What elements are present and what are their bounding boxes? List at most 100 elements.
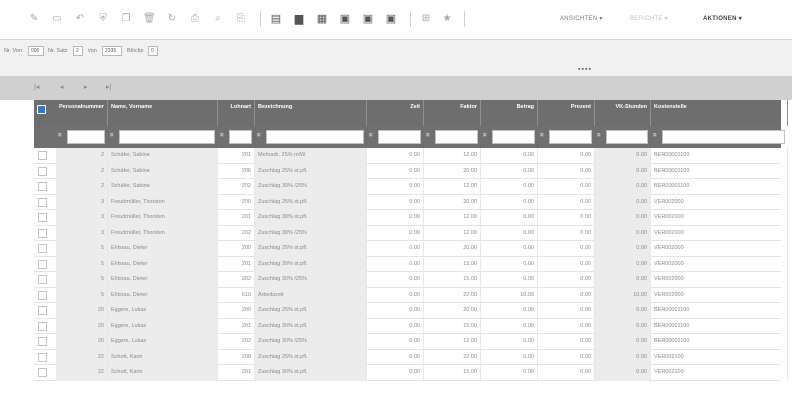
column-header-bez[interactable]: Bezeichnung [255, 100, 367, 126]
column-header-kst[interactable]: Kostenstelle [651, 100, 788, 126]
cell-prozent[interactable]: 0.00 [538, 179, 595, 195]
cell-kst[interactable]: BER00001100 [651, 163, 788, 179]
cell-prozent[interactable]: 0.00 [538, 303, 595, 319]
row-checkbox[interactable] [38, 228, 47, 238]
cell-bez[interactable]: Zuschlag 25% st.pfl. [255, 163, 367, 179]
cell-lohnart[interactable]: 610 [218, 287, 255, 303]
row-checkbox[interactable] [38, 321, 47, 331]
archive-icon[interactable]: ▣ [339, 13, 351, 25]
cell-bez[interactable]: Zuschlag 30% st.pfl. [255, 365, 367, 381]
cell-faktor[interactable]: 15.00 [424, 256, 481, 272]
form-icon[interactable]: ▣ [362, 13, 374, 25]
table-row[interactable]: 20 Eggers, Lukas 202 Zuschlag 30% /25% 0.00 1… [34, 334, 788, 350]
cell-betrag[interactable]: 0.00 [481, 210, 538, 226]
cell-prozent[interactable]: 0.00 [538, 194, 595, 210]
cell-pers[interactable]: 20 [56, 334, 108, 350]
cell-prozent[interactable]: 0.00 [538, 163, 595, 179]
cell-vk[interactable]: 0.00 [595, 179, 651, 195]
cell-zeit[interactable]: 0.00 [367, 303, 424, 319]
cell-kst[interactable]: VER002000 [651, 272, 788, 288]
column-header-lohnart[interactable]: Lohnart [218, 100, 255, 126]
cell-betrag[interactable]: 0.00 [481, 318, 538, 334]
cell-betrag[interactable]: 0.00 [481, 272, 538, 288]
row-checkbox[interactable] [38, 213, 47, 222]
cell-prozent[interactable]: 0.00 [538, 241, 595, 257]
cell-pers[interactable]: 22 [56, 349, 108, 365]
cell-faktor[interactable]: 15.00 [424, 365, 481, 381]
cell-name[interactable]: Freudmüller, Thorsten [108, 194, 218, 210]
column-header-name[interactable]: Name, Vorname [108, 100, 218, 126]
cell-name[interactable]: Eggers, Lukas [108, 334, 218, 350]
filter-input-name[interactable] [119, 130, 215, 144]
filter-input-prozent[interactable] [549, 130, 592, 144]
cell-lohnart[interactable]: 200 [218, 349, 255, 365]
cell-betrag[interactable]: 0.00 [481, 163, 538, 179]
cell-bez[interactable]: Mehrarb. 25% m/W [255, 148, 367, 164]
cell-name[interactable]: Schott, Karin [108, 365, 218, 381]
table-row[interactable]: 2 Schäfer, Sabine 201 Mehrarb. 25% m/W 0.00 1… [34, 148, 788, 164]
cell-kst[interactable]: VER002000 [651, 287, 788, 303]
cell-pers[interactable]: 2 [56, 163, 108, 179]
select-all-checkbox[interactable] [37, 105, 46, 114]
filter-operator[interactable]: = [426, 133, 430, 139]
cell-zeit[interactable]: 0.00 [367, 287, 424, 303]
cell-pers[interactable]: 2 [56, 148, 108, 164]
drag-handle-icon[interactable]: ▪▪▪▪ [578, 66, 592, 73]
cell-vk[interactable]: 0.00 [595, 163, 651, 179]
table-row[interactable]: 5 Ehlsrau, Dieter 201 Zuschlag 30% st.pfl. 0… [34, 256, 788, 272]
cell-kst[interactable]: BER00001100 [651, 148, 788, 164]
row-checkbox[interactable] [38, 352, 47, 362]
cell-name[interactable]: Schott, Karin [108, 349, 218, 365]
cell-faktor[interactable]: 12.00 [424, 179, 481, 195]
cell-vk[interactable]: 0.00 [595, 303, 651, 319]
cell-prozent[interactable]: 0.00 [538, 272, 595, 288]
cell-pers[interactable]: 5 [56, 272, 108, 288]
cell-bez[interactable]: Zuschlag 25% st.pfl. [255, 241, 367, 257]
column-header-prozent[interactable]: Prozent [538, 100, 595, 126]
filter-operator[interactable]: = [597, 133, 601, 139]
cell-betrag[interactable]: 0.00 [481, 148, 538, 164]
filter-input-vk[interactable] [606, 130, 648, 144]
cell-zeit[interactable]: 0.00 [367, 148, 424, 164]
cell-vk[interactable]: 0.00 [595, 241, 651, 257]
cell-lohnart[interactable]: 201 [218, 365, 255, 381]
cell-pers[interactable]: 20 [56, 318, 108, 334]
previous-record-button[interactable]: ◂ [60, 83, 64, 91]
table-row[interactable]: 20 Eggers, Lukas 200 Zuschlag 25% st.pfl. 0.… [34, 303, 788, 319]
cell-zeit[interactable]: 0.00 [367, 179, 424, 195]
cell-pers[interactable]: 3 [56, 210, 108, 226]
cell-zeit[interactable]: 0.00 [367, 318, 424, 334]
cell-name[interactable]: Schäfer, Sabine [108, 163, 218, 179]
cell-prozent[interactable]: 0.00 [538, 287, 595, 303]
row-checkbox[interactable] [38, 182, 47, 191]
cell-pers[interactable]: 5 [56, 287, 108, 303]
cell-lohnart[interactable]: 206 [218, 163, 255, 179]
table-row[interactable]: 5 Ehlsrau, Dieter 202 Zuschlag 30% /25% 0.00… [34, 272, 788, 288]
row-checkbox[interactable] [38, 244, 47, 253]
cell-zeit[interactable]: 0.00 [367, 256, 424, 272]
cell-betrag[interactable]: 0.00 [481, 334, 538, 350]
cell-vk[interactable]: 0.00 [595, 349, 651, 365]
cell-kst[interactable]: BER00001100 [651, 318, 788, 334]
cell-prozent[interactable]: 0.00 [538, 349, 595, 365]
cell-lohnart[interactable]: 202 [218, 225, 255, 241]
filter-operator[interactable]: = [257, 133, 261, 139]
filter-operator[interactable]: = [110, 133, 114, 139]
cell-name[interactable]: Ehlsrau, Dieter [108, 272, 218, 288]
table-row[interactable]: 3 Freudmüller, Thorsten 200 Zuschlag 25% st… [34, 194, 788, 210]
cell-faktor[interactable]: 12.00 [424, 225, 481, 241]
column-header-zeit[interactable]: Zeit [367, 100, 424, 126]
export-icon[interactable]: ▣ [385, 13, 397, 25]
cell-faktor[interactable]: 20.00 [424, 241, 481, 257]
cell-name[interactable]: Freudmüller, Thorsten [108, 225, 218, 241]
record-total-input[interactable]: 2335 [102, 46, 122, 56]
cell-name[interactable]: Freudmüller, Thorsten [108, 210, 218, 226]
cell-pers[interactable]: 3 [56, 225, 108, 241]
cell-zeit[interactable]: 0.00 [367, 334, 424, 350]
cell-zeit[interactable]: 0.00 [367, 194, 424, 210]
cell-vk[interactable]: 0.00 [595, 256, 651, 272]
row-checkbox[interactable] [38, 337, 47, 346]
cell-name[interactable]: Schäfer, Sabine [108, 148, 218, 164]
record-current-input[interactable]: 2 [73, 46, 83, 56]
table-row[interactable]: 3 Freudmüller, Thorsten 202 Zuschlag 30% /2… [34, 225, 788, 241]
